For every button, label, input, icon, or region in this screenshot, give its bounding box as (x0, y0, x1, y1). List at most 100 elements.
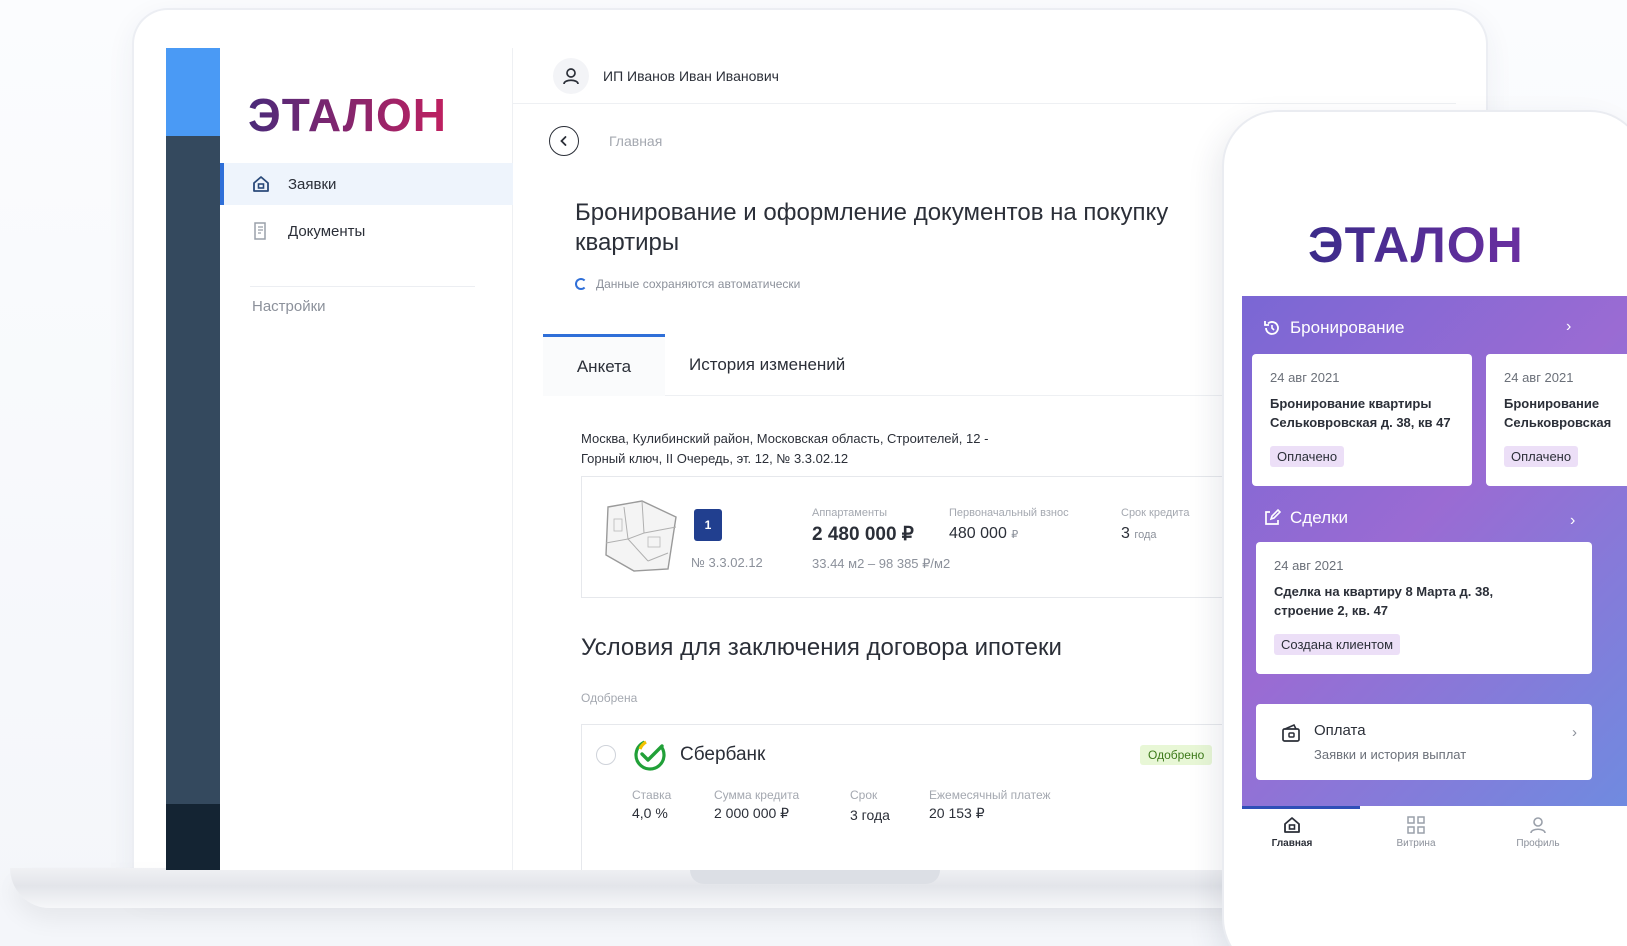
sidebar-item-label: Документы (288, 222, 366, 240)
topbar: ИП Иванов Иван Иванович (513, 48, 1456, 104)
edit-icon (1262, 508, 1282, 528)
loan-amount-value: 2 000 000 ₽ (714, 805, 790, 821)
booking-date: 24 авг 2021 (1270, 370, 1340, 385)
tab-indicator (1242, 806, 1360, 809)
tab-label: Главная (1271, 838, 1313, 849)
app-rail (166, 48, 220, 870)
deal-title-text: Сделка на квартиру 8 Марта д. 38, строен… (1274, 582, 1493, 620)
document-icon (250, 220, 272, 242)
credit-term-unit: года (1134, 529, 1157, 541)
tab-label: Витрина (1396, 838, 1436, 849)
deal-title-line: строение 2, кв. 47 (1274, 603, 1389, 618)
loading-spinner-icon (575, 278, 587, 290)
tab-questionnaire[interactable]: Анкета (543, 334, 665, 396)
booking-title-line: Бронирование (1504, 396, 1600, 411)
bank-name: Сбербанк (680, 744, 766, 765)
tab-label: Профиль (1516, 838, 1560, 849)
sidebar-item-documents[interactable]: Документы (220, 210, 513, 252)
user-icon (1488, 812, 1588, 838)
sidebar-item-label: Заявки (288, 175, 337, 193)
mobile-tab-bar: Главная Витрина Профиль (1242, 806, 1627, 862)
tab-home[interactable]: Главная (1242, 812, 1342, 849)
apartment-number: № 3.3.02.12 (691, 555, 763, 570)
history-icon (1262, 318, 1282, 338)
payment-subtitle: Заявки и история выплат (1314, 747, 1467, 762)
booking-section-title[interactable]: Бронирование (1262, 318, 1405, 338)
floor-plan-image (605, 500, 677, 572)
sidebar: ЭТАЛОН Заявки Документы Настройки (220, 48, 513, 870)
home-icon (1242, 812, 1342, 838)
bank-select-radio[interactable] (596, 745, 616, 765)
mortgage-section-title: Условия для заключения договора ипотеки (581, 634, 1062, 661)
brand-logo[interactable]: ЭТАЛОН (248, 88, 447, 142)
tab-profile[interactable]: Профиль (1488, 812, 1588, 849)
chevron-left-icon (560, 136, 567, 146)
credit-term-value: 3 года (1121, 525, 1157, 543)
autosave-status: Данные сохраняются автоматически (575, 277, 800, 291)
phone-screen: ЭТАЛОН Бронирование › 24 авг 2021 Бронир… (1242, 194, 1627, 946)
tab-history[interactable]: История изменений (689, 334, 845, 396)
down-payment-currency: ₽ (1011, 529, 1019, 541)
mortgage-status-label: Одобрена (581, 691, 638, 705)
back-button[interactable] (549, 126, 579, 156)
status-badge: Оплачено (1270, 446, 1345, 467)
loan-term-value: 3 года (850, 807, 890, 823)
chevron-right-icon: › (1572, 724, 1577, 741)
wallet-icon (1280, 722, 1302, 749)
sidebar-divider (250, 286, 475, 287)
mobile-brand-logo: ЭТАЛОН (1308, 217, 1524, 273)
monthly-payment-value: 20 153 ₽ (929, 805, 985, 821)
sidebar-item-settings[interactable]: Настройки (252, 298, 326, 315)
booking-title-line: Сельковровская д. 38, кв 47 (1270, 415, 1451, 430)
mockup-stage: ЭТАЛОН Заявки Документы Настройки ИП Ива… (0, 0, 1627, 946)
app-rail-bottom (166, 804, 220, 870)
down-payment-value: 480 000 ₽ (949, 525, 1018, 543)
booking-card[interactable]: 24 авг 2021 Бронирование квартиры Селько… (1252, 354, 1472, 486)
deals-title: Сделки (1290, 508, 1348, 527)
credit-term-number: 3 (1121, 525, 1130, 542)
deal-date: 24 авг 2021 (1274, 558, 1344, 573)
status-badge: Одобрено (1140, 745, 1213, 765)
deal-title-line: Сделка на квартиру 8 Марта д. 38, (1274, 584, 1494, 599)
laptop-notch (690, 870, 940, 884)
home-icon (250, 173, 272, 195)
booking-title-line: Сельковровская (1504, 415, 1612, 430)
apartment-type-label: Аппартаменты (812, 507, 887, 519)
user-name[interactable]: ИП Иванов Иван Иванович (603, 68, 779, 84)
property-address: Москва, Кулибинский район, Московская об… (581, 429, 1181, 469)
monthly-payment-label: Ежемесячный платеж (929, 788, 1051, 802)
sberbank-logo-icon (634, 739, 666, 771)
booking-title: Бронирование (1290, 318, 1405, 337)
apartment-area-price: 33.44 м2 – 98 385 ₽/м2 (812, 556, 951, 571)
app-rail-top (166, 48, 220, 136)
booking-title-line: Бронирование квартиры (1270, 396, 1432, 411)
payment-item[interactable]: Оплата Заявки и история выплат › (1256, 704, 1592, 780)
rate-value: 4,0 % (632, 805, 668, 821)
loan-term-label: Срок (850, 788, 878, 802)
apartment-price: 2 480 000 ₽ (812, 524, 914, 545)
breadcrumb[interactable]: Главная (609, 133, 662, 149)
booking-card[interactable]: 24 авг 2021 Бронирование Сельковровская … (1486, 354, 1627, 486)
payment-title: Оплата (1314, 722, 1366, 739)
apartment-badge: 1 (694, 509, 722, 541)
deals-section-title[interactable]: Сделки (1262, 508, 1348, 528)
deal-card[interactable]: 24 авг 2021 Сделка на квартиру 8 Марта д… (1256, 542, 1592, 674)
user-icon[interactable] (553, 57, 589, 94)
address-line: Москва, Кулибинский район, Московская об… (581, 431, 989, 446)
autosave-text: Данные сохраняются автоматически (596, 277, 801, 291)
address-line: Горный ключ, II Очередь, эт. 12, № 3.3.0… (581, 451, 849, 466)
loan-amount-label: Сумма кредита (714, 788, 800, 802)
booking-title-text: Бронирование квартиры Сельковровская д. … (1270, 394, 1451, 432)
booking-date: 24 авг 2021 (1504, 370, 1574, 385)
sidebar-item-requests[interactable]: Заявки (220, 163, 513, 205)
credit-term-label: Срок кредита (1121, 507, 1190, 519)
chevron-right-icon[interactable]: › (1570, 512, 1575, 530)
grid-icon (1366, 812, 1466, 838)
page-title: Бронирование и оформление документов на … (575, 199, 1169, 256)
rate-label: Ставка (632, 788, 672, 802)
tab-showcase[interactable]: Витрина (1366, 812, 1466, 849)
status-badge: Оплачено (1504, 446, 1579, 467)
down-payment-amount: 480 000 (949, 525, 1007, 542)
status-badge: Создана клиентом (1274, 634, 1401, 655)
chevron-right-icon[interactable]: › (1566, 318, 1571, 336)
